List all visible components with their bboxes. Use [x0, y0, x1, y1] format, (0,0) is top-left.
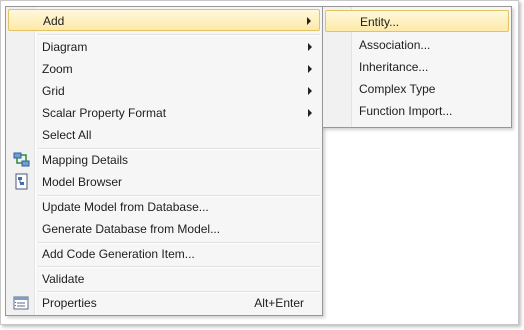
screen: Add Diagram Zoom Grid Scalar Property Fo…	[0, 0, 524, 330]
model-browser-icon	[15, 173, 28, 190]
menu-item-model-browser[interactable]: Model Browser	[8, 171, 320, 193]
menu-item-add[interactable]: Add	[8, 9, 320, 31]
menu-item-label: Add Code Generation Item...	[42, 247, 195, 261]
submenu-item-entity[interactable]: Entity...	[325, 10, 509, 32]
shortcut-label: Alt+Enter	[254, 296, 304, 310]
submenu-item-label: Inheritance...	[359, 60, 429, 74]
menu-item-label: Model Browser	[42, 175, 123, 189]
menu-item-diagram[interactable]: Diagram	[8, 36, 320, 58]
menu-item-label: Add	[43, 14, 65, 28]
submenu-arrow-icon	[308, 87, 312, 95]
add-submenu: Entity... Association... Inheritance... …	[322, 6, 512, 128]
menu-item-add-code-generation-item[interactable]: Add Code Generation Item...	[8, 243, 320, 265]
menu-item-label: Grid	[42, 84, 65, 98]
submenu-arrow-icon	[307, 17, 311, 25]
menu-item-properties[interactable]: Properties Alt+Enter	[8, 292, 320, 314]
menu-item-validate[interactable]: Validate	[8, 268, 320, 290]
context-menu: Add Diagram Zoom Grid Scalar Property Fo…	[5, 6, 323, 316]
menu-item-label: Update Model from Database...	[42, 200, 209, 214]
submenu-item-inheritance[interactable]: Inheritance...	[325, 56, 509, 78]
menu-item-scalar-property-format[interactable]: Scalar Property Format	[8, 102, 320, 124]
menu-item-label: Diagram	[42, 40, 88, 54]
submenu-arrow-icon	[308, 43, 312, 51]
mapping-details-icon	[13, 152, 30, 167]
properties-icon	[13, 296, 29, 310]
menu-item-generate-database-from-model[interactable]: Generate Database from Model...	[8, 218, 320, 240]
menu-item-label: Generate Database from Model...	[42, 222, 221, 236]
menu-item-label: Validate	[42, 272, 85, 286]
submenu-item-function-import[interactable]: Function Import...	[325, 100, 509, 122]
menu-item-label: Zoom	[42, 62, 73, 76]
menu-item-label: Mapping Details	[42, 153, 129, 167]
menu-item-select-all[interactable]: Select All	[8, 124, 320, 146]
menu-item-grid[interactable]: Grid	[8, 80, 320, 102]
submenu-item-label: Association...	[359, 38, 431, 52]
submenu-item-label: Entity...	[360, 15, 400, 29]
submenu-item-association[interactable]: Association...	[325, 34, 509, 56]
menu-item-label: Properties	[42, 296, 97, 310]
menu-item-mapping-details[interactable]: Mapping Details	[8, 149, 320, 171]
submenu-item-label: Function Import...	[359, 104, 453, 118]
submenu-arrow-icon	[308, 109, 312, 117]
menu-item-update-model-from-database[interactable]: Update Model from Database...	[8, 196, 320, 218]
menu-item-label: Scalar Property Format	[42, 106, 167, 120]
menu-item-zoom[interactable]: Zoom	[8, 58, 320, 80]
menu-item-label: Select All	[42, 128, 92, 142]
submenu-item-label: Complex Type	[359, 82, 436, 96]
submenu-arrow-icon	[308, 65, 312, 73]
submenu-item-complex-type[interactable]: Complex Type	[325, 78, 509, 100]
